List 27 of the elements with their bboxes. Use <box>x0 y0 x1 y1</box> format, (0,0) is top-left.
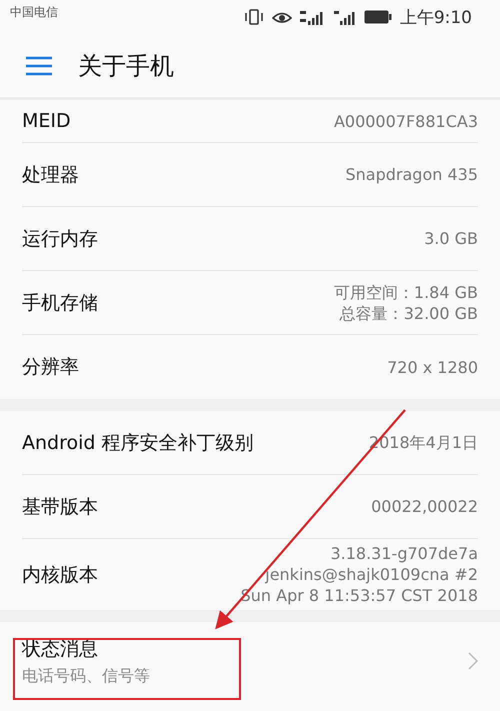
status-info-item[interactable]: 状态消息 电话号码、信号等 <box>22 622 478 694</box>
clock-time: 上午9:10 <box>400 6 472 28</box>
setting-value: 00022,00022 <box>371 496 478 517</box>
setting-label: Android 程序安全补丁级别 <box>22 430 254 456</box>
setting-label: MEID <box>22 110 71 132</box>
setting-value: 3.0 GB <box>424 228 478 249</box>
page-title: 关于手机 <box>78 50 174 82</box>
setting-value: jenkins@shajk0109cna #2 <box>265 564 478 585</box>
carrier-name: 中国电信 <box>10 4 58 21</box>
setting-value: 3.18.31-g707de7a <box>330 543 478 564</box>
setting-label: 处理器 <box>22 162 79 188</box>
setting-value: 可用空间：1.84 GB <box>334 282 478 302</box>
vibrate-icon <box>244 9 264 25</box>
eye-icon <box>272 10 292 24</box>
setting-value: A000007F881CA3 <box>334 110 478 132</box>
setting-label: 运行内存 <box>22 226 98 252</box>
setting-value: 总容量：32.00 GB <box>340 302 478 324</box>
chevron-right-icon <box>468 652 478 670</box>
setting-label: 内核版本 <box>22 562 98 588</box>
setting-label: 分辨率 <box>22 355 79 380</box>
battery-icon <box>364 10 392 24</box>
setting-label: 基带版本 <box>22 494 98 520</box>
signal-icon <box>334 9 356 25</box>
setting-label: 手机存储 <box>22 290 98 316</box>
setting-value: 720 x 1280 <box>387 356 478 378</box>
menu-icon <box>26 56 52 76</box>
setting-value: Snapdragon 435 <box>345 164 478 185</box>
